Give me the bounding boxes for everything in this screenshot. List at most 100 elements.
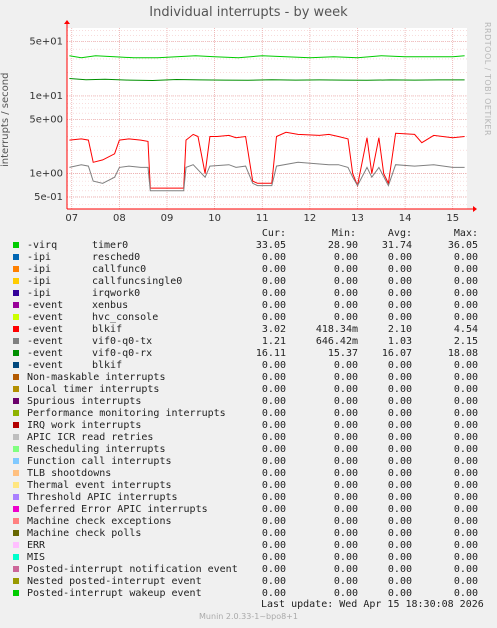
legend-cur: 0.00 xyxy=(261,456,286,467)
legend-swatch xyxy=(13,338,19,344)
legend-max: 18.08 xyxy=(447,348,478,359)
legend-avg: 2.10 xyxy=(387,324,412,335)
legend-row: Thermal event interrupts 0.00 0.00 0.00 0.00 xyxy=(0,480,497,492)
x-tick-label: 09 xyxy=(161,213,174,224)
legend-name: callfuncsingle0 xyxy=(92,276,183,287)
legend-avg: 0.00 xyxy=(387,360,412,371)
legend-name: timer0 xyxy=(92,240,129,251)
legend-row: Machine check polls 0.00 0.00 0.00 0.00 xyxy=(0,528,497,540)
plot-background xyxy=(67,28,467,209)
legend-name: ERR xyxy=(27,540,46,551)
legend-type: -event xyxy=(27,324,64,335)
y-tick-label: 5e+01 xyxy=(29,37,63,48)
y-axis-arrow xyxy=(64,20,70,24)
legend-max: 0.00 xyxy=(453,480,478,491)
legend-max: 0.00 xyxy=(453,264,478,275)
x-tick-label: 15 xyxy=(446,213,459,224)
legend-row: MIS 0.00 0.00 0.00 0.00 xyxy=(0,552,497,564)
legend-min: 0.00 xyxy=(333,468,358,479)
last-update: Last update: Wed Apr 15 18:30:08 2026 xyxy=(261,599,484,610)
legend-min: 0.00 xyxy=(333,300,358,311)
legend-cur: 0.00 xyxy=(261,492,286,503)
legend-cur: 0.00 xyxy=(261,576,286,587)
legend-avg: 0.00 xyxy=(387,312,412,323)
legend-name: Thermal event interrupts xyxy=(27,480,172,491)
legend-swatch xyxy=(13,242,19,248)
legend-min: 0.00 xyxy=(333,456,358,467)
legend-swatch xyxy=(13,302,19,308)
legend-name: Function call interrupts xyxy=(27,456,172,467)
legend-avg: 0.00 xyxy=(387,504,412,515)
x-axis-arrow xyxy=(473,206,477,212)
legend-swatch xyxy=(13,482,19,488)
legend-cur: 0.00 xyxy=(261,360,286,371)
legend-avg: 0.00 xyxy=(387,540,412,551)
legend-swatch xyxy=(13,386,19,392)
legend-cur: 0.00 xyxy=(261,264,286,275)
legend-avg: 0.00 xyxy=(387,252,412,263)
legend-avg: 0.00 xyxy=(387,300,412,311)
legend-row: Threshold APIC interrupts 0.00 0.00 0.00 0.0… xyxy=(0,492,497,504)
legend-name: Non-maskable interrupts xyxy=(27,372,166,383)
legend-row: -virq timer0 33.05 28.90 31.74 36.05 xyxy=(0,240,497,252)
legend-min: 0.00 xyxy=(333,540,358,551)
legend-name: Nested posted-interrupt event xyxy=(27,576,202,587)
legend-name: Local timer interrupts xyxy=(27,384,160,395)
legend-min: 0.00 xyxy=(333,444,358,455)
legend-avg: 0.00 xyxy=(387,372,412,383)
legend-max: 0.00 xyxy=(453,360,478,371)
legend-cur: 0.00 xyxy=(261,468,286,479)
legend-row: Nested posted-interrupt event 0.00 0.00 0.0… xyxy=(0,576,497,588)
legend-name: vif0-q0-rx xyxy=(92,348,153,359)
legend-row: Spurious interrupts 0.00 0.00 0.00 0.00 xyxy=(0,396,497,408)
legend-swatch xyxy=(13,542,19,548)
legend-avg: 0.00 xyxy=(387,516,412,527)
legend-row: -ipi resched0 0.00 0.00 0.00 0.00 xyxy=(0,252,497,264)
legend-cur: 0.00 xyxy=(261,564,286,575)
legend-max: 0.00 xyxy=(453,552,478,563)
legend-min: 0.00 xyxy=(333,312,358,323)
legend-swatch xyxy=(13,362,19,368)
legend-cur: 0.00 xyxy=(261,384,286,395)
legend-row: -event blkif 3.02 418.34m 2.10 4.54 xyxy=(0,324,497,336)
legend-avg: 0.00 xyxy=(387,468,412,479)
legend-avg: 0.00 xyxy=(387,408,412,419)
legend-swatch xyxy=(13,470,19,476)
legend-max: 0.00 xyxy=(453,420,478,431)
legend-cur: 0.00 xyxy=(261,288,286,299)
legend-header: Cur: Min: Avg: Max: xyxy=(0,228,497,240)
legend-max: 0.00 xyxy=(453,492,478,503)
legend-name: IRQ work interrupts xyxy=(27,420,142,431)
legend-max: 0.00 xyxy=(453,396,478,407)
legend-max: 0.00 xyxy=(453,432,478,443)
legend-swatch xyxy=(13,434,19,440)
legend-cur: 0.00 xyxy=(261,300,286,311)
legend-row: -event xenbus 0.00 0.00 0.00 0.00 xyxy=(0,300,497,312)
legend-swatch xyxy=(13,506,19,512)
legend-max: 0.00 xyxy=(453,252,478,263)
legend-cur: 0.00 xyxy=(261,252,286,263)
legend-max: 0.00 xyxy=(453,444,478,455)
header-min: Min: xyxy=(331,228,356,239)
munin-version: Munin 2.0.33-1~bpo8+1 xyxy=(199,612,298,621)
legend-min: 0.00 xyxy=(333,420,358,431)
legend-row: -ipi callfunc0 0.00 0.00 0.00 0.00 xyxy=(0,264,497,276)
x-tick-label: 13 xyxy=(351,213,364,224)
legend-type: -event xyxy=(27,348,64,359)
legend-avg: 0.00 xyxy=(387,492,412,503)
legend-cur: 16.11 xyxy=(255,348,286,359)
legend-min: 0.00 xyxy=(333,288,358,299)
legend-max: 0.00 xyxy=(453,300,478,311)
legend-row: -event vif0-q0-tx 1.21 646.42m 1.03 2.15 xyxy=(0,336,497,348)
legend-min: 0.00 xyxy=(333,360,358,371)
legend-min: 0.00 xyxy=(333,372,358,383)
legend-avg: 0.00 xyxy=(387,288,412,299)
legend-cur: 0.00 xyxy=(261,480,286,491)
legend-cur: 0.00 xyxy=(261,420,286,431)
y-tick-label: 1e+00 xyxy=(29,169,63,180)
legend-name: blkif xyxy=(92,324,123,335)
legend-row: -event blkif 0.00 0.00 0.00 0.00 xyxy=(0,360,497,372)
legend-min: 0.00 xyxy=(333,576,358,587)
legend-row: IRQ work interrupts 0.00 0.00 0.00 0.00 xyxy=(0,420,497,432)
legend-name: Machine check polls xyxy=(27,528,142,539)
